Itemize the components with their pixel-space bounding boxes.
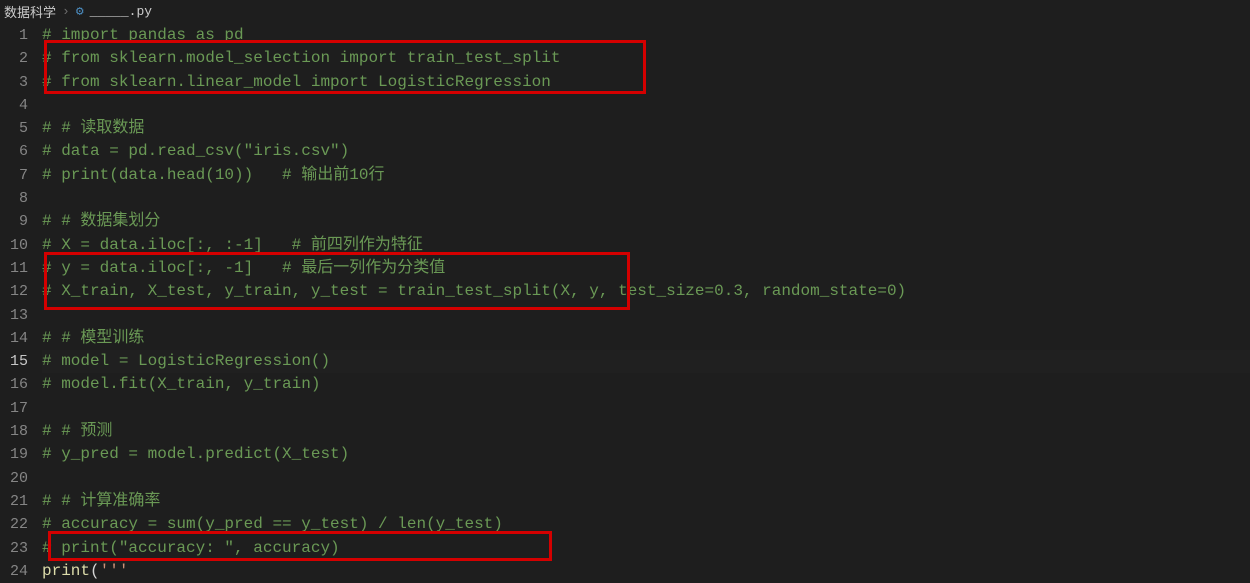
code-token: # # 数据集划分 — [42, 212, 160, 230]
code-line[interactable]: # print("accuracy: ", accuracy) — [42, 537, 1250, 560]
code-token: # data = pd.read_csv("iris.csv") — [42, 142, 349, 160]
code-line[interactable]: # from sklearn.linear_model import Logis… — [42, 71, 1250, 94]
code-area[interactable]: # import pandas as pd # from sklearn.mode… — [42, 22, 1250, 583]
code-token: # y_pred = model.predict(X_test) — [42, 445, 349, 463]
line-number: 21 — [0, 490, 28, 513]
breadcrumb-folder[interactable]: 数据科学 — [4, 2, 56, 21]
line-number: 23 — [0, 537, 28, 560]
code-line[interactable]: # X = data.iloc[:, :-1] # 前四列作为特征 — [42, 234, 1250, 257]
line-number: 13 — [0, 304, 28, 327]
line-number: 9 — [0, 210, 28, 233]
code-token: # import pandas as pd — [42, 26, 244, 44]
code-line[interactable]: # # 读取数据 — [42, 117, 1250, 140]
code-line[interactable]: # X_train, X_test, y_train, y_test = tra… — [42, 280, 1250, 303]
code-line[interactable] — [42, 187, 1250, 210]
line-number: 20 — [0, 467, 28, 490]
code-token: # model = LogisticRegression() — [42, 352, 330, 370]
line-number: 14 — [0, 327, 28, 350]
line-number: 4 — [0, 94, 28, 117]
code-token: # y = data.iloc[:, -1] # 最后一列作为分类值 — [42, 259, 445, 277]
code-line[interactable]: # accuracy = sum(y_pred == y_test) / len… — [42, 513, 1250, 536]
line-number: 2 — [0, 47, 28, 70]
code-line[interactable]: # model = LogisticRegression() — [42, 350, 1250, 373]
code-line[interactable]: # model.fit(X_train, y_train) — [42, 373, 1250, 396]
code-token: # from sklearn.model_selection import tr… — [42, 49, 560, 67]
line-number: 17 — [0, 397, 28, 420]
code-token: # # 模型训练 — [42, 329, 144, 347]
breadcrumb: 数据科学 › ⚙ _____.py — [0, 0, 1250, 22]
python-icon: ⚙ — [76, 4, 84, 19]
line-number: 24 — [0, 560, 28, 583]
code-token: # X = data.iloc[:, :-1] # 前四列作为特征 — [42, 236, 423, 254]
code-token: # print("accuracy: ", accuracy) — [42, 539, 340, 557]
code-token: # model.fit(X_train, y_train) — [42, 375, 320, 393]
code-token: # # 计算准确率 — [42, 492, 160, 510]
line-number: 15 — [0, 350, 28, 373]
line-number-gutter: 123456789101112131415161718192021222324 — [0, 22, 42, 583]
line-number: 8 — [0, 187, 28, 210]
code-line[interactable]: # import pandas as pd — [42, 24, 1250, 47]
code-line[interactable]: print(''' — [42, 560, 1250, 583]
code-token: # from sklearn.linear_model import Logis… — [42, 73, 551, 91]
code-line[interactable]: # data = pd.read_csv("iris.csv") — [42, 140, 1250, 163]
line-number: 19 — [0, 443, 28, 466]
line-number: 22 — [0, 513, 28, 536]
code-line[interactable] — [42, 467, 1250, 490]
code-token: # # 读取数据 — [42, 119, 144, 137]
code-token: ( — [90, 562, 100, 580]
code-line[interactable] — [42, 397, 1250, 420]
line-number: 18 — [0, 420, 28, 443]
code-line[interactable]: # print(data.head(10)) # 输出前10行 — [42, 164, 1250, 187]
line-number: 12 — [0, 280, 28, 303]
code-line[interactable] — [42, 304, 1250, 327]
code-line[interactable]: # # 模型训练 — [42, 327, 1250, 350]
code-line[interactable] — [42, 94, 1250, 117]
line-number: 10 — [0, 234, 28, 257]
code-token: ''' — [100, 562, 129, 580]
code-line[interactable]: # # 数据集划分 — [42, 210, 1250, 233]
line-number: 6 — [0, 140, 28, 163]
code-editor[interactable]: 123456789101112131415161718192021222324 … — [0, 22, 1250, 583]
breadcrumb-filename[interactable]: _____.py — [90, 4, 152, 19]
code-line[interactable]: # # 计算准确率 — [42, 490, 1250, 513]
line-number: 3 — [0, 71, 28, 94]
code-line[interactable]: # from sklearn.model_selection import tr… — [42, 47, 1250, 70]
code-line[interactable]: # # 预测 — [42, 420, 1250, 443]
code-line[interactable]: # y = data.iloc[:, -1] # 最后一列作为分类值 — [42, 257, 1250, 280]
code-token: # X_train, X_test, y_train, y_test = tra… — [42, 282, 906, 300]
code-token: # print(data.head(10)) # 输出前10行 — [42, 166, 384, 184]
line-number: 7 — [0, 164, 28, 187]
line-number: 1 — [0, 24, 28, 47]
line-number: 11 — [0, 257, 28, 280]
code-line[interactable]: # y_pred = model.predict(X_test) — [42, 443, 1250, 466]
line-number: 5 — [0, 117, 28, 140]
code-token: # # 预测 — [42, 422, 112, 440]
code-token: # accuracy = sum(y_pred == y_test) / len… — [42, 515, 503, 533]
code-token: print — [42, 562, 90, 580]
breadcrumb-separator: › — [62, 4, 70, 19]
line-number: 16 — [0, 373, 28, 396]
